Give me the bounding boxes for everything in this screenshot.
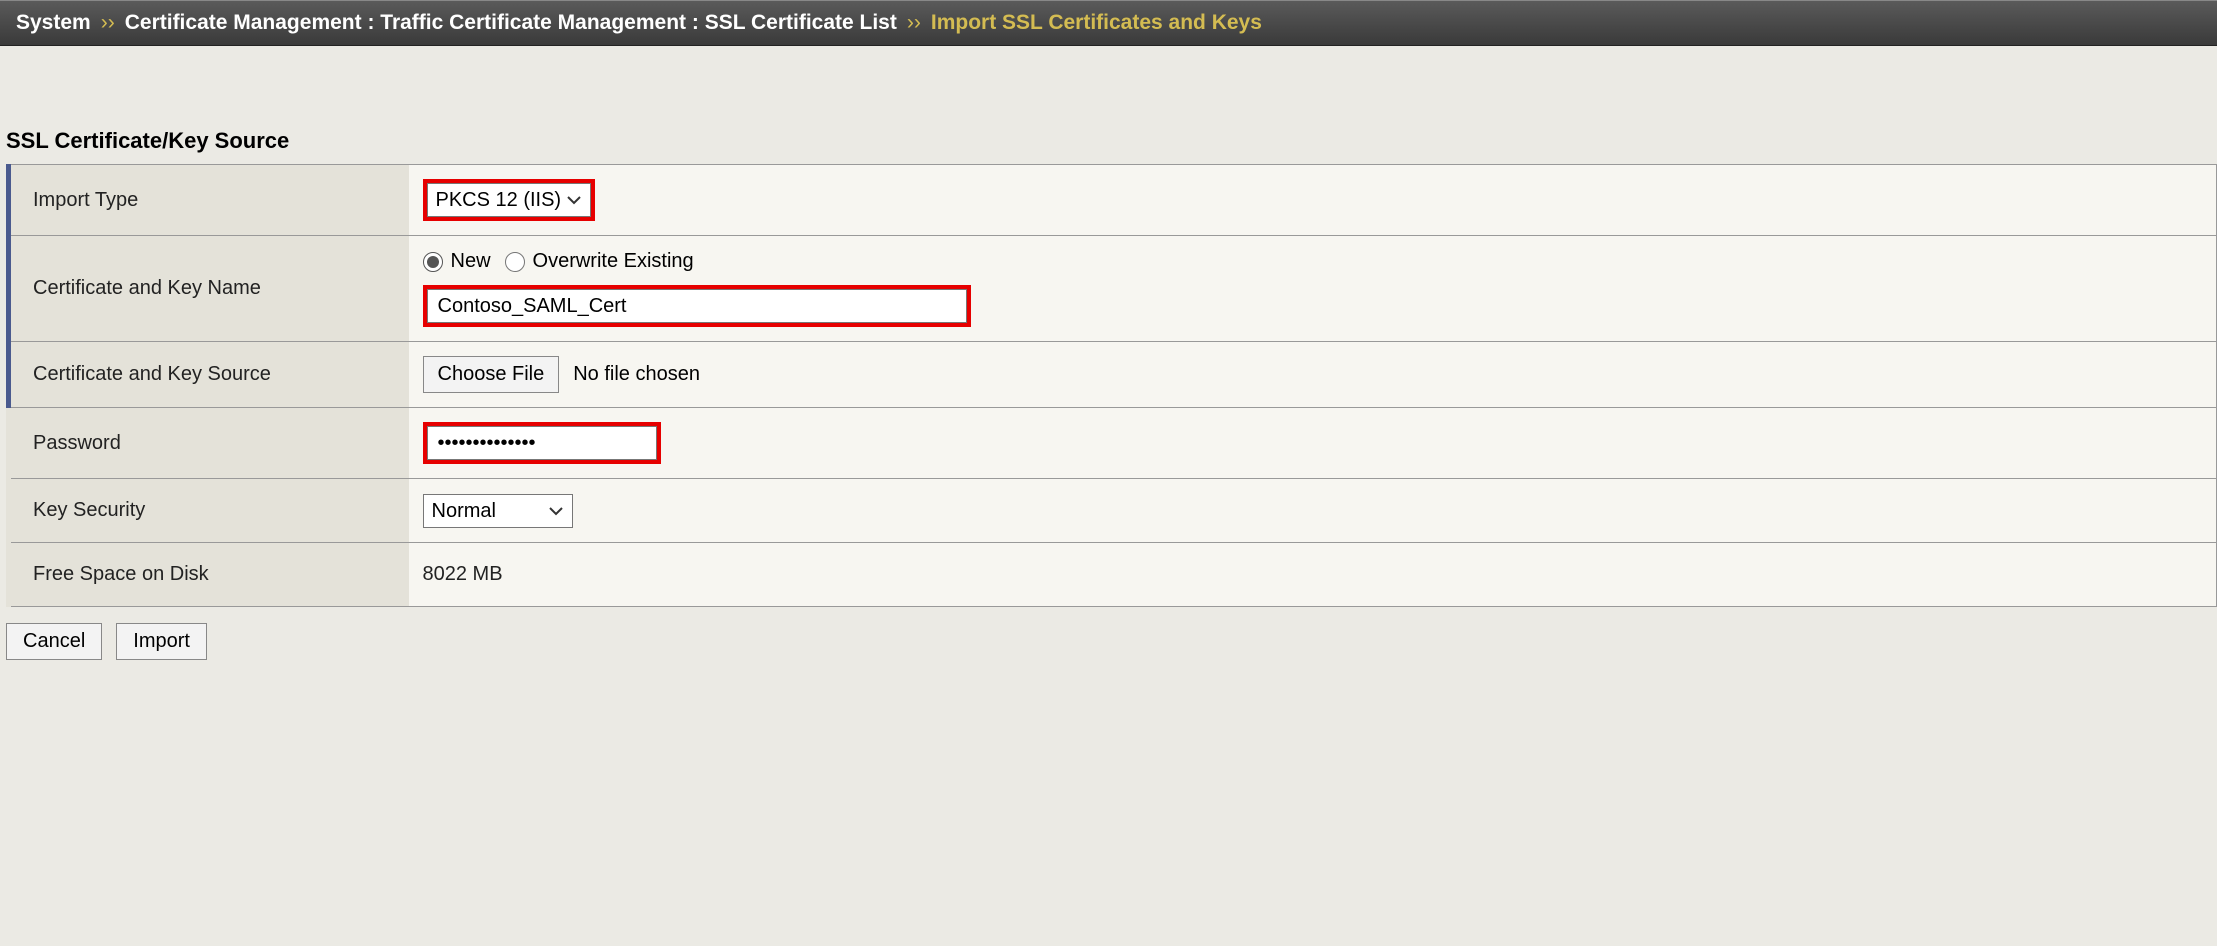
row-import-type: Import Type PKCS 12 (IIS): [9, 165, 2217, 236]
breadcrumb-separator: ››: [101, 11, 115, 35]
radio-new-label: New: [451, 250, 491, 273]
row-cert-key-name: Certificate and Key Name New Overwrite E…: [9, 236, 2217, 342]
form-table: Import Type PKCS 12 (IIS) Certificate an…: [6, 164, 2217, 607]
label-cert-key-name: Certificate and Key Name: [9, 236, 409, 342]
radio-overwrite[interactable]: [505, 252, 525, 272]
highlight-import-type: PKCS 12 (IIS): [423, 179, 595, 221]
cert-key-name-input[interactable]: [427, 289, 967, 323]
breadcrumb: System ›› Certificate Management : Traff…: [0, 0, 2217, 46]
cancel-button[interactable]: Cancel: [6, 623, 102, 660]
breadcrumb-current: Import SSL Certificates and Keys: [931, 11, 1262, 35]
footer-buttons: Cancel Import: [0, 607, 2217, 676]
breadcrumb-separator: ››: [907, 11, 921, 35]
breadcrumb-path[interactable]: Certificate Management : Traffic Certifi…: [125, 11, 897, 35]
label-import-type: Import Type: [9, 165, 409, 236]
radio-overwrite-label: Overwrite Existing: [533, 250, 694, 273]
radio-new[interactable]: [423, 252, 443, 272]
row-free-space: Free Space on Disk 8022 MB: [9, 543, 2217, 607]
import-button[interactable]: Import: [116, 623, 207, 660]
choose-file-button[interactable]: Choose File: [423, 356, 560, 393]
file-chosen-status: No file chosen: [573, 363, 700, 386]
highlight-cert-name: [423, 285, 971, 327]
row-key-security: Key Security Normal: [9, 479, 2217, 543]
section-title: SSL Certificate/Key Source: [0, 46, 2217, 164]
label-cert-key-source: Certificate and Key Source: [9, 342, 409, 408]
label-key-security: Key Security: [9, 479, 409, 543]
breadcrumb-root[interactable]: System: [16, 11, 91, 35]
highlight-password: [423, 422, 661, 464]
free-space-value: 8022 MB: [423, 563, 503, 585]
password-input[interactable]: [427, 426, 657, 460]
key-security-select[interactable]: Normal: [423, 494, 573, 528]
cert-name-mode-radios: New Overwrite Existing: [423, 250, 2203, 273]
row-password: Password: [9, 408, 2217, 479]
row-cert-key-source: Certificate and Key Source Choose File N…: [9, 342, 2217, 408]
import-type-select[interactable]: PKCS 12 (IIS): [427, 183, 591, 217]
label-free-space: Free Space on Disk: [9, 543, 409, 607]
label-password: Password: [9, 408, 409, 479]
